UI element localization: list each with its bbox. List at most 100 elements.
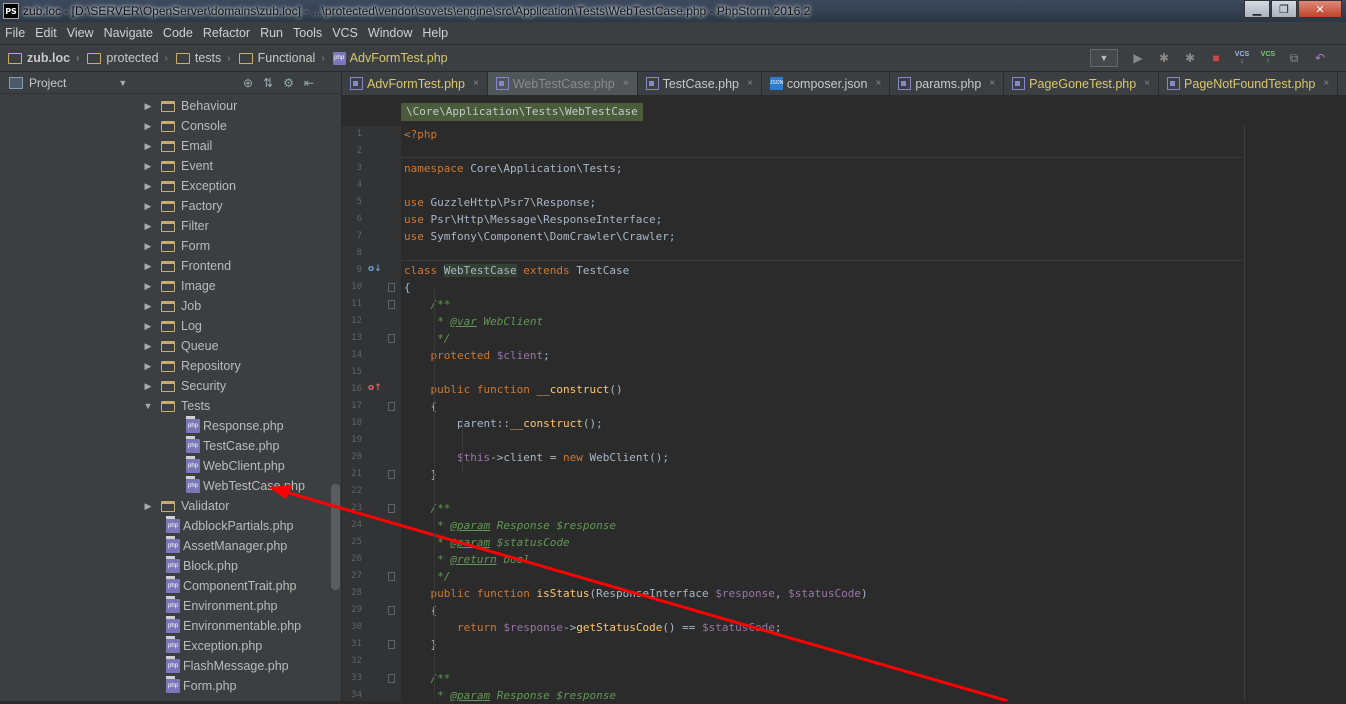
expand-arrow-right-icon[interactable]: ▶ — [143, 261, 153, 272]
tree-folder-item[interactable]: ▶ Validator — [0, 496, 230, 516]
tree-file-item[interactable]: php Exception.php — [0, 636, 262, 656]
expand-arrow-right-icon[interactable]: ▶ — [143, 361, 153, 372]
tree-file-item[interactable]: php Environmentable.php — [0, 616, 301, 636]
menu-file[interactable]: File — [0, 26, 30, 40]
editor-tab[interactable]: PageGoneTest.php × — [1004, 72, 1160, 95]
tree-folder-item[interactable]: ▶ Log — [0, 316, 202, 336]
close-tab-icon[interactable]: × — [1144, 78, 1150, 89]
locate-icon[interactable]: ⊕ — [243, 76, 253, 90]
editor-tab[interactable]: AdvFormTest.php × — [342, 72, 488, 95]
close-tab-icon[interactable]: × — [747, 78, 753, 89]
tree-file-item[interactable]: php WebClient.php — [0, 456, 285, 476]
fold-marker-icon[interactable] — [388, 606, 395, 615]
expand-arrow-right-icon[interactable]: ▶ — [143, 141, 153, 152]
hide-icon[interactable]: ⇤ — [304, 76, 314, 90]
breadcrumb-tests[interactable]: tests › — [175, 51, 231, 65]
gear-icon[interactable]: ⚙ — [283, 76, 294, 90]
fold-marker-icon[interactable] — [388, 572, 395, 581]
breadcrumb-functional[interactable]: Functional › — [238, 51, 325, 65]
run-icon[interactable]: ▶ — [1130, 50, 1146, 66]
menu-code[interactable]: Code — [158, 26, 198, 40]
minimize-button[interactable]: ▁ — [1244, 0, 1270, 18]
editor-tab[interactable]: WebTestCase.php × — [487, 72, 638, 95]
project-view-select[interactable]: Project — [29, 76, 66, 90]
fold-marker-icon[interactable] — [388, 402, 395, 411]
fold-marker-icon[interactable] — [388, 640, 395, 649]
tree-folder-item[interactable]: ▶ Factory — [0, 196, 223, 216]
expand-arrow-right-icon[interactable]: ▶ — [143, 241, 153, 252]
tree-file-item[interactable]: php Block.php — [0, 556, 238, 576]
expand-arrow-down-icon[interactable]: ▼ — [143, 401, 153, 411]
menu-run[interactable]: Run — [255, 26, 288, 40]
fold-marker-icon[interactable] — [388, 504, 395, 513]
tree-folder-item[interactable]: ▶ Email — [0, 136, 213, 156]
expand-arrow-right-icon[interactable]: ▶ — [143, 221, 153, 232]
menu-view[interactable]: View — [62, 26, 99, 40]
maximize-button[interactable]: ❐ — [1271, 0, 1297, 18]
expand-arrow-right-icon[interactable]: ▶ — [143, 181, 153, 192]
tree-file-item[interactable]: php FlashMessage.php — [0, 656, 289, 676]
menu-window[interactable]: Window — [363, 26, 417, 40]
tab-list-chevron-icon[interactable]: ▾ — [1338, 72, 1346, 95]
tree-folder-item[interactable]: ▶ Job — [0, 296, 202, 316]
expand-arrow-right-icon[interactable]: ▶ — [143, 121, 153, 132]
vcs-commit-icon[interactable]: VCS ↑ — [1260, 50, 1276, 66]
menu-refactor[interactable]: Refactor — [198, 26, 255, 40]
menu-help[interactable]: Help — [417, 26, 453, 40]
close-tab-icon[interactable]: × — [875, 78, 881, 89]
overrides-marker-icon[interactable]: o↑ — [368, 383, 382, 395]
expand-arrow-right-icon[interactable]: ▶ — [143, 281, 153, 292]
tree-folder-item[interactable]: ▶ Filter — [0, 216, 209, 236]
tree-folder-item[interactable]: ▶ Image — [0, 276, 216, 296]
chevron-down-icon[interactable]: ▼ — [118, 78, 127, 88]
tree-file-item[interactable]: php ComponentTrait.php — [0, 576, 297, 596]
tree-folder-item[interactable]: ▶ Frontend — [0, 256, 232, 276]
tree-file-item[interactable]: php Environment.php — [0, 596, 278, 616]
menu-tools[interactable]: Tools — [288, 26, 327, 40]
scrollbar[interactable] — [331, 484, 340, 590]
fold-marker-icon[interactable] — [388, 283, 395, 292]
tree-folder-item[interactable]: ▶ Security — [0, 376, 227, 396]
run-configuration-dropdown[interactable]: ▼ — [1090, 49, 1118, 67]
editor-tab[interactable]: PageNotFoundTest.php × — [1159, 72, 1339, 95]
fold-marker-icon[interactable] — [388, 300, 395, 309]
tree-folder-item[interactable]: ▼ Tests — [0, 396, 211, 416]
expand-arrow-right-icon[interactable]: ▶ — [143, 321, 153, 332]
expand-arrow-right-icon[interactable]: ▶ — [143, 501, 153, 512]
breadcrumb-file[interactable]: php AdvFormTest.php — [332, 51, 448, 65]
coverage-icon[interactable]: ✱ — [1182, 50, 1198, 66]
menu-navigate[interactable]: Navigate — [99, 26, 158, 40]
implemented-marker-icon[interactable]: o↓ — [368, 264, 382, 276]
editor-tab[interactable]: JSON composer.json × — [762, 72, 891, 95]
tree-folder-item[interactable]: ▶ Exception — [0, 176, 236, 196]
revert-icon[interactable]: ↶ — [1312, 50, 1328, 66]
expand-arrow-right-icon[interactable]: ▶ — [143, 341, 153, 352]
tree-folder-item[interactable]: ▶ Behaviour — [0, 96, 238, 116]
debug-icon[interactable]: ✱ — [1156, 50, 1172, 66]
editor-tab[interactable]: TestCase.php × — [638, 72, 762, 95]
expand-arrow-right-icon[interactable]: ▶ — [143, 381, 153, 392]
fold-marker-icon[interactable] — [388, 470, 395, 479]
tree-folder-item[interactable]: ▶ Form — [0, 236, 211, 256]
menu-vcs[interactable]: VCS — [327, 26, 363, 40]
tree-file-item[interactable]: php TestCase.php — [0, 436, 279, 456]
code-editor[interactable]: <?php namespace Core\Application\Tests; us… — [401, 126, 1346, 701]
tree-folder-item[interactable]: ▶ Queue — [0, 336, 219, 356]
tree-folder-item[interactable]: ▶ Event — [0, 156, 213, 176]
tree-file-item[interactable]: php Response.php — [0, 416, 284, 436]
breadcrumb-protected[interactable]: protected › — [87, 51, 168, 65]
fold-marker-icon[interactable] — [388, 334, 395, 343]
breadcrumb-project[interactable]: zub.loc › — [8, 51, 79, 65]
close-tab-icon[interactable]: × — [473, 78, 479, 89]
close-tab-icon[interactable]: × — [623, 78, 629, 89]
collapse-icon[interactable]: ⇅ — [263, 76, 273, 90]
tree-folder-item[interactable]: ▶ Repository — [0, 356, 241, 376]
tree-file-item[interactable]: php AdblockPartials.php — [0, 516, 293, 536]
expand-arrow-right-icon[interactable]: ▶ — [143, 101, 153, 112]
tree-file-item[interactable]: php AssetManager.php — [0, 536, 287, 556]
tree-file-item[interactable]: php Form.php — [0, 676, 237, 696]
tree-file-item[interactable]: php WebTestCase.php — [0, 476, 305, 496]
vcs-update-icon[interactable]: VCS ↓ — [1234, 50, 1250, 66]
expand-arrow-right-icon[interactable]: ▶ — [143, 301, 153, 312]
editor-tab[interactable]: params.php × — [890, 72, 1005, 95]
